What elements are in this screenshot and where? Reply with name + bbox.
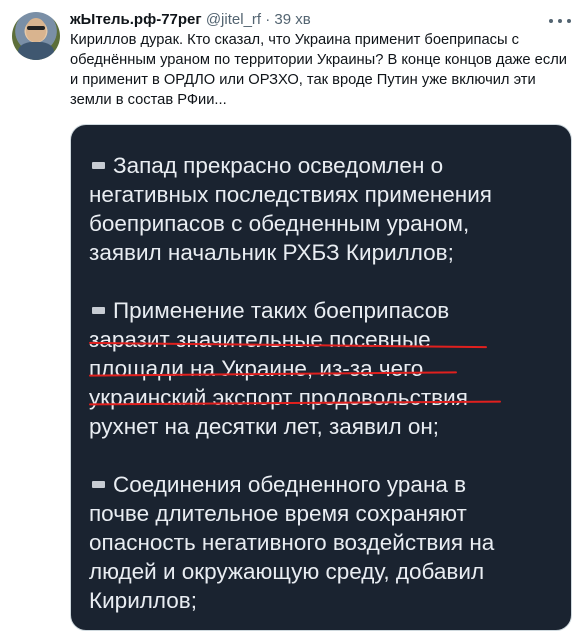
- black-square-icon: [92, 480, 105, 488]
- media-line: рухнет на десятки лет, заявил он;: [89, 414, 440, 439]
- media-paragraph: Запад прекрасно осведомлен о негативных …: [89, 151, 559, 267]
- media-line: площади на Украине, из-за чего: [89, 356, 424, 381]
- media-paragraph: Применение таких боеприпасов заразит зна…: [89, 296, 559, 441]
- tweet-header: жЫтель.рф-77рег @jitel_rf · 39 хв: [70, 10, 571, 30]
- media-line: украинский экспорт продовольствия: [89, 385, 468, 410]
- display-name[interactable]: жЫтель.рф-77рег: [70, 11, 202, 28]
- media-line: Применение таких боеприпасов: [89, 296, 559, 325]
- media-paragraph: Соединения обедненного урана в почве дли…: [89, 470, 559, 615]
- timestamp[interactable]: 39 хв: [274, 11, 310, 28]
- avatar-shirt: [18, 42, 54, 60]
- avatar-glasses: [27, 26, 45, 30]
- more-options-icon[interactable]: [549, 12, 571, 30]
- separator: ·: [265, 11, 271, 28]
- media-text-block: Запад прекрасно осведомлен о негативных …: [89, 151, 559, 630]
- tweet-text: Кириллов дурак. Кто сказал, что Украина …: [70, 32, 567, 108]
- media-line: боеприпасов с обедненным ураном,: [89, 211, 470, 236]
- avatar[interactable]: [12, 12, 60, 60]
- media-line: людей и окружающую среду, добавил: [89, 559, 485, 584]
- media-line: опасность негативного воздействия на: [89, 530, 495, 555]
- tweet-media-image[interactable]: Запад прекрасно осведомлен о негативных …: [70, 124, 572, 631]
- media-line: негативных последствиях применения: [89, 182, 492, 207]
- tweet-card[interactable]: жЫтель.рф-77рег @jitel_rf · 39 хв Кирилл…: [0, 0, 583, 641]
- media-line: заявил начальник РХБЗ Кириллов;: [89, 240, 454, 265]
- handle[interactable]: @jitel_rf: [206, 11, 261, 28]
- black-square-icon: [92, 306, 105, 314]
- avatar-head: [26, 18, 46, 42]
- media-line: Кириллов;: [89, 588, 197, 613]
- media-line: заразит значительные посевные: [89, 327, 431, 352]
- media-line: Соединения обедненного урана в: [89, 470, 559, 499]
- media-line: почве длительное время сохраняют: [89, 501, 467, 526]
- media-line: Запад прекрасно осведомлен о: [89, 151, 559, 180]
- black-square-icon: [92, 161, 105, 169]
